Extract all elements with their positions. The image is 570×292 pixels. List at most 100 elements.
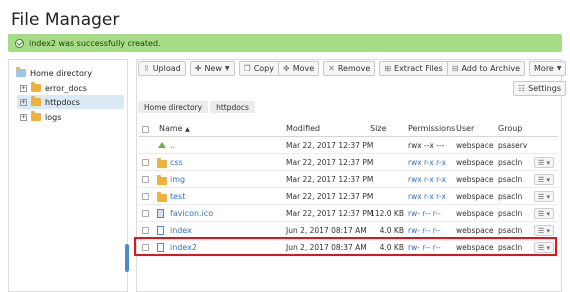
file-name-link[interactable]: favicon.ico [170, 209, 213, 218]
modified-date: Mar 22, 2017 12:37 PM [286, 175, 374, 184]
modified-date: Mar 22, 2017 12:37 PM [286, 209, 374, 218]
folder-icon [157, 158, 167, 168]
header-label: Name [159, 124, 183, 133]
folder-icon [31, 111, 41, 121]
folder-icon [31, 82, 41, 92]
extract-label: Extract Files [394, 64, 443, 73]
tree-item-label: error_docs [45, 83, 87, 93]
extract-files-button[interactable]: ⊞ Extract Files [379, 61, 448, 76]
modified-date: Mar 22, 2017 12:37 PM [286, 192, 374, 201]
row-checkbox[interactable] [142, 193, 149, 200]
permissions-link[interactable]: rwx r-x r-x [408, 175, 446, 184]
owner-user: webspace [456, 158, 494, 167]
column-header-size[interactable]: Size [370, 124, 386, 133]
owner-group: psaserv [498, 141, 528, 150]
menu-icon: ☰ ▾ [537, 226, 550, 235]
copy-icon: ❐ [243, 64, 251, 73]
file-name-link[interactable]: img [170, 175, 185, 184]
success-notice: index2 was successfully created. [8, 34, 562, 52]
plus-icon: ✚ [194, 64, 202, 73]
table-row[interactable]: favicon.ico Mar 22, 2017 12:37 PM 112.0 KB… [138, 205, 558, 222]
column-header-permissions[interactable]: Permissions [408, 124, 455, 133]
column-header-user[interactable]: User [456, 124, 474, 133]
row-checkbox[interactable] [142, 159, 149, 166]
move-button[interactable]: ✥ Move [278, 61, 320, 76]
expand-icon[interactable]: + [20, 113, 27, 121]
sort-asc-icon: ▲ [185, 126, 190, 133]
menu-icon: ☰ ▾ [537, 209, 550, 218]
tree-item-logs[interactable]: + logs [20, 110, 61, 124]
new-button[interactable]: ✚ New ▼ [189, 61, 235, 76]
file-name-link[interactable]: index [170, 226, 192, 235]
column-header-modified[interactable]: Modified [286, 124, 320, 133]
expand-icon[interactable]: + [20, 98, 27, 106]
more-label: More [534, 64, 554, 73]
extract-icon: ⊞ [384, 64, 392, 73]
column-header-name[interactable]: Name ▲ [159, 124, 190, 133]
table-row[interactable]: .. Mar 22, 2017 12:37 PM rwx --x --- webspa… [138, 137, 558, 154]
tree-item-httpdocs[interactable]: + httpdocs [17, 95, 124, 109]
table-row[interactable]: css Mar 22, 2017 12:37 PM rwx r-x r-x websp… [138, 154, 558, 171]
sidebar-resize-handle[interactable] [125, 244, 129, 272]
row-menu-button[interactable]: ☰ ▾ [534, 191, 554, 202]
tree-item-home[interactable]: Home directory [16, 66, 92, 80]
owner-user: webspace [456, 226, 494, 235]
home-folder-icon [16, 67, 26, 77]
tree-item-label: logs [45, 112, 62, 122]
more-button[interactable]: More ▼ [529, 61, 567, 76]
file-size: 112.0 KB [370, 209, 404, 218]
owner-group: psacln [498, 158, 523, 167]
upload-button[interactable]: ⇪ Upload [138, 61, 186, 76]
settings-button[interactable]: ☷ Settings [513, 81, 566, 96]
table-row[interactable]: test Mar 22, 2017 12:37 PM rwx r-x r-x webs… [138, 188, 558, 205]
tree-item-error-docs[interactable]: + error_docs [20, 81, 87, 95]
owner-group: psacln [498, 226, 523, 235]
row-menu-button[interactable]: ☰ ▾ [534, 208, 554, 219]
row-menu-button[interactable]: ☰ ▾ [534, 174, 554, 185]
file-name-link[interactable]: test [170, 192, 185, 201]
file-icon [157, 226, 164, 235]
select-all-checkbox[interactable] [142, 126, 149, 133]
permissions-link[interactable]: rw- r-- r-- [408, 209, 441, 218]
row-menu-button[interactable]: ☰ ▾ [534, 157, 554, 168]
folder-icon [157, 192, 167, 202]
table-row[interactable]: img Mar 22, 2017 12:37 PM rwx r-x r-x websp… [138, 171, 558, 188]
settings-icon: ☷ [518, 84, 526, 93]
breadcrumb: Home directory httpdocs [138, 101, 257, 113]
file-name-link[interactable]: .. [170, 141, 175, 150]
caret-down-icon: ▼ [224, 65, 230, 72]
add-to-archive-button[interactable]: ⊟ Add to Archive [447, 61, 526, 76]
tree-item-label: httpdocs [45, 97, 80, 107]
owner-user: webspace [456, 141, 494, 150]
breadcrumb-httpdocs[interactable]: httpdocs [210, 101, 255, 113]
permissions-link[interactable]: rwx r-x r-x [408, 192, 446, 201]
folder-icon [157, 175, 167, 185]
copy-label: Copy [253, 64, 274, 73]
move-label: Move [292, 64, 315, 73]
owner-group: psacln [498, 175, 523, 184]
permissions-link: rwx --x --- [408, 141, 445, 150]
file-name-link[interactable]: css [170, 158, 183, 167]
file-size: 4.0 KB [379, 226, 404, 235]
menu-icon: ☰ ▾ [537, 158, 550, 167]
remove-button[interactable]: ✕ Remove [323, 61, 376, 76]
row-checkbox[interactable] [142, 227, 149, 234]
row-menu-button[interactable]: ☰ ▾ [534, 225, 554, 236]
permissions-link[interactable]: rwx r-x r-x [408, 158, 446, 167]
modified-date: Mar 22, 2017 12:37 PM [286, 141, 374, 150]
toolbar: ⇪ Upload ✚ New ▼ ❐ Copy ✥ Move ✕ Remove … [138, 61, 570, 76]
row-checkbox[interactable] [142, 176, 149, 183]
owner-user: webspace [456, 209, 494, 218]
image-file-icon [157, 209, 164, 218]
copy-button[interactable]: ❐ Copy [238, 61, 279, 76]
modified-date: Jun 2, 2017 08:17 AM [286, 226, 367, 235]
permissions-link[interactable]: rw- r-- r-- [408, 226, 441, 235]
remove-label: Remove [337, 64, 371, 73]
column-header-group[interactable]: Group [498, 124, 522, 133]
row-checkbox[interactable] [142, 210, 149, 217]
expand-icon[interactable]: + [20, 84, 27, 92]
breadcrumb-home[interactable]: Home directory [138, 101, 209, 113]
owner-group: psacln [498, 192, 523, 201]
archive-icon: ⊟ [451, 64, 459, 73]
checkmark-icon [15, 38, 24, 48]
